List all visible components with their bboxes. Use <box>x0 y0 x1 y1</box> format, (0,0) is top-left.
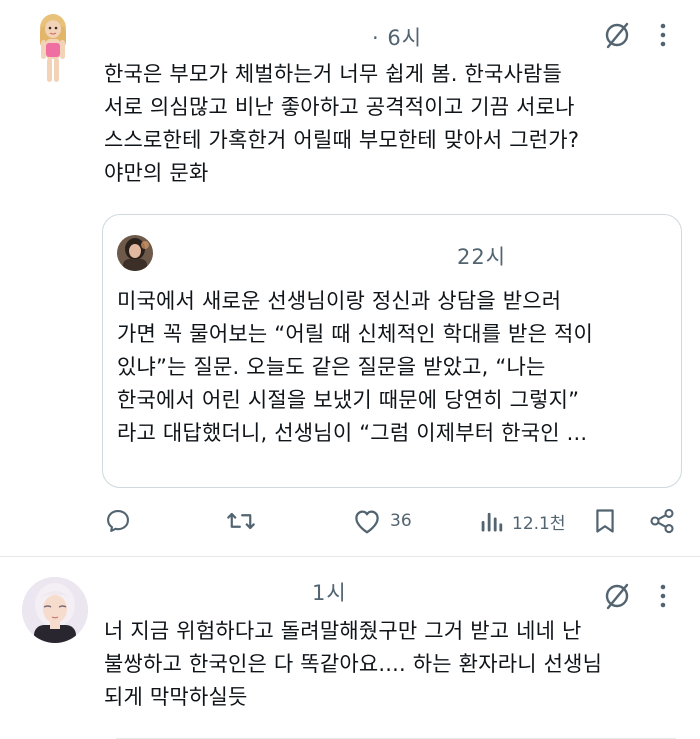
avatar[interactable] <box>22 10 84 86</box>
heart-icon <box>355 510 379 534</box>
quote-avatar-image <box>117 235 153 271</box>
action-bar: 36 12.1천 <box>0 500 700 542</box>
tweet-text: 너 지금 위험하다고 돌려말해줬구만 그거 받고 네네 난 불쌍하고 한국인은 … <box>104 619 603 709</box>
anime-avatar-image <box>22 577 88 643</box>
repost-icon <box>227 512 255 530</box>
slashed-circle-icon[interactable] <box>602 20 632 54</box>
quote-text: 미국에서 새로운 선생님이랑 정신과 상담을 받으러 가면 꼭 물어보는 “어릴… <box>117 289 593 445</box>
share-button[interactable] <box>648 500 676 542</box>
avatar[interactable] <box>22 577 88 643</box>
tweet-2[interactable]: 1시 너 지금 위험하다고 돌려말해줬구만 그거 받고 네네 난 불쌍하고 한국… <box>0 557 700 739</box>
timestamp: · 6시 <box>372 26 423 50</box>
views-button[interactable]: 12.1천 <box>478 500 566 542</box>
tweet-text: 한국은 부모가 체벌하는거 너무 쉽게 봄. 한국사람들 서로 의심많고 비난 … <box>104 62 580 185</box>
views-icon <box>481 512 503 532</box>
like-count: 36 <box>390 511 412 531</box>
quote-timestamp: 22시 <box>457 245 507 269</box>
views-count: 12.1천 <box>512 513 566 534</box>
share-icon <box>650 508 674 534</box>
bookmark-icon <box>596 509 614 533</box>
slashed-circle-icon[interactable] <box>602 581 632 615</box>
reply-button[interactable] <box>104 500 132 542</box>
avatar[interactable] <box>117 235 153 271</box>
reply-icon <box>107 510 129 532</box>
timestamp: 1시 <box>312 581 347 605</box>
doll-avatar-image <box>40 14 66 82</box>
tweet-1[interactable]: · 6시 한국은 부모가 체벌하는거 너무 쉽게 봄. 한국사람들 서로 의심많… <box>0 0 700 557</box>
bookmark-button[interactable] <box>592 500 618 542</box>
more-vertical-icon[interactable] <box>656 581 670 615</box>
repost-button[interactable] <box>226 500 256 542</box>
like-button[interactable]: 36 <box>352 500 412 542</box>
more-vertical-icon[interactable] <box>656 20 670 54</box>
quoted-tweet-card[interactable]: 22시 미국에서 새로운 선생님이랑 정신과 상담을 받으러 가면 꼭 물어보는… <box>102 214 682 488</box>
